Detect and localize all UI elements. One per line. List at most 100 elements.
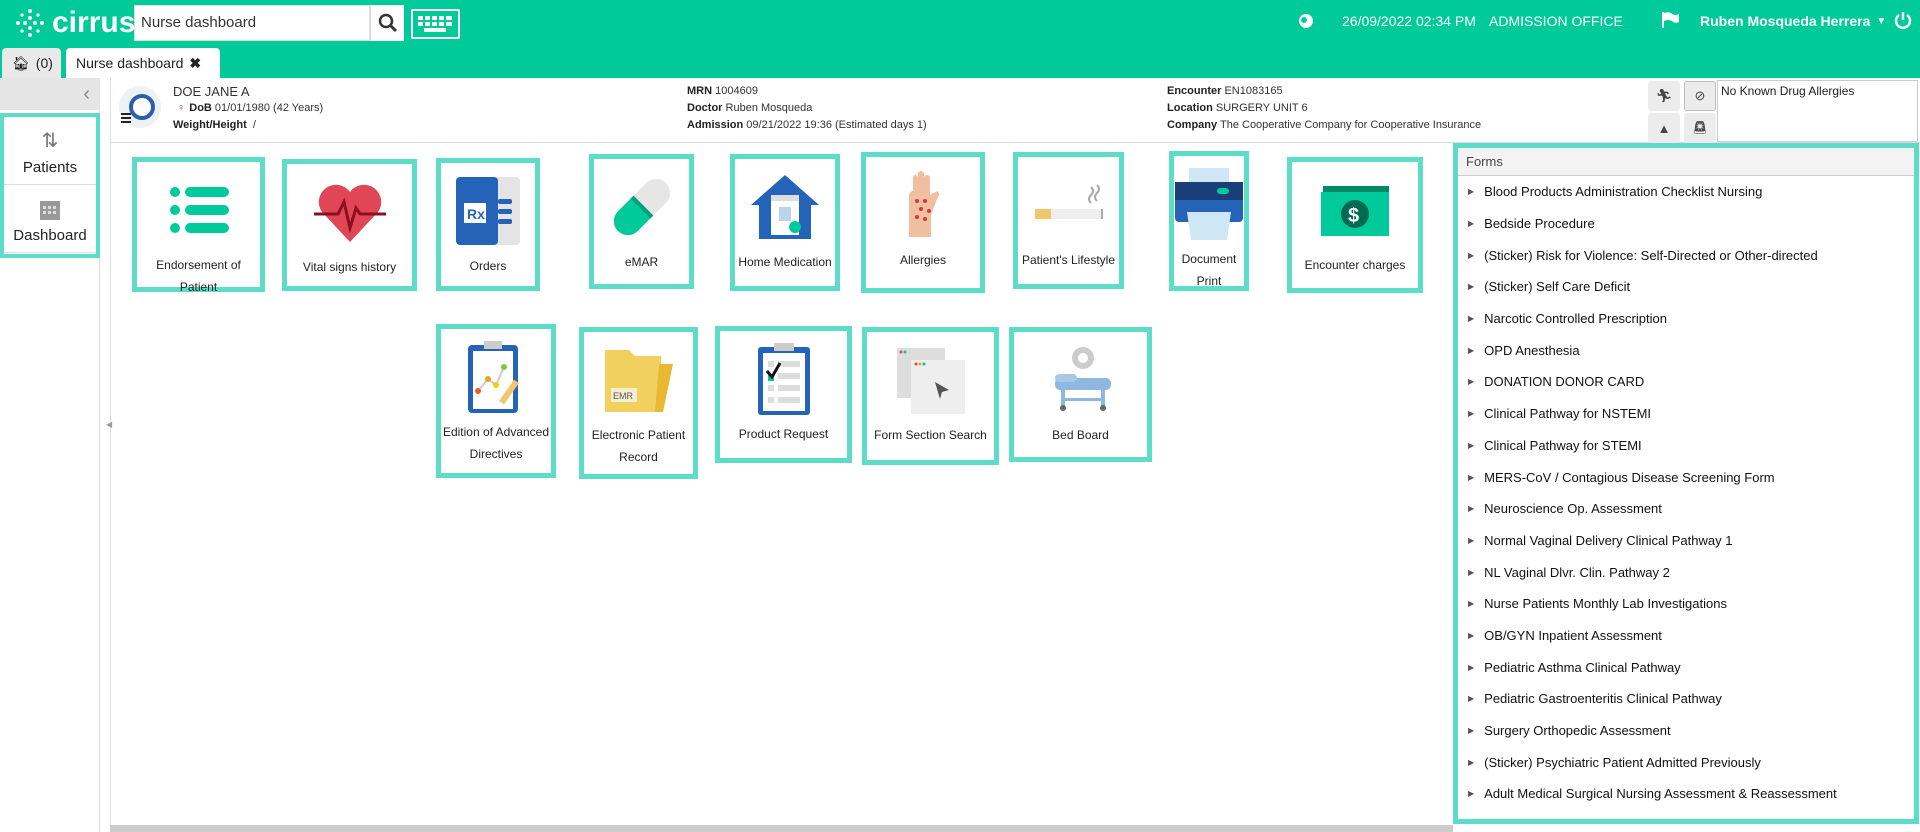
expand-triangle-icon[interactable]: ▶ — [1468, 473, 1474, 482]
collapse-sidebar-button[interactable]: ‹ — [0, 78, 100, 110]
tab-home[interactable]: 🏠︎ (0) — [2, 48, 61, 78]
flag-icon[interactable] — [1660, 11, 1680, 34]
form-item[interactable]: ▶ OPD Anesthesia — [1458, 334, 1914, 366]
splitter-handle[interactable]: ◀ — [106, 420, 112, 429]
expand-triangle-icon[interactable]: ▶ — [1468, 694, 1474, 703]
search-button[interactable] — [370, 5, 404, 41]
form-item[interactable]: ▶ Pediatric Gastroenteritis Clinical Path… — [1458, 683, 1914, 715]
no-allergy-button[interactable]: ⊘ — [1684, 81, 1716, 111]
expand-triangle-icon[interactable]: ▶ — [1468, 282, 1474, 291]
tile-encounter-charges[interactable]: $ Encounter charges — [1287, 157, 1423, 293]
printer-icon — [1175, 168, 1243, 240]
warning-button[interactable]: ▲ — [1648, 113, 1680, 143]
form-item[interactable]: ▶ Neuroscience Op. Assessment — [1458, 493, 1914, 525]
form-item-label: Pediatric Gastroenteritis Clinical Pathw… — [1484, 691, 1722, 707]
tile-advanced-directives[interactable]: Edition of Advanced Directives — [436, 324, 556, 478]
form-item[interactable]: ▶ Nurse Patients Monthly Lab Investigatio… — [1458, 588, 1914, 620]
tile-label: Orders — [469, 259, 507, 273]
form-item[interactable]: ▶ (Sticker) Self Care Deficit — [1458, 271, 1914, 303]
tile-emar[interactable]: eMAR — [589, 154, 694, 289]
tile-product-request[interactable]: Product Request — [715, 326, 852, 463]
expand-triangle-icon[interactable]: ▶ — [1468, 187, 1474, 196]
forms-panel: Forms ▶ Blood Products Administration Che… — [1453, 143, 1919, 824]
close-icon[interactable]: ✖ — [189, 55, 201, 72]
form-item[interactable]: ▶ Bedside Procedure — [1458, 208, 1914, 240]
tile-label: Form Section Search — [874, 428, 987, 442]
money-icon: $ — [1321, 186, 1389, 236]
patient-avatar[interactable] — [118, 85, 162, 134]
form-item[interactable]: ▶ Blood Products Administration Checklist… — [1458, 176, 1914, 208]
form-item-label: Narcotic Controlled Prescription — [1484, 311, 1667, 327]
office-label[interactable]: ADMISSION OFFICE — [1489, 13, 1623, 29]
encounter-label: Encounter — [1167, 85, 1222, 97]
form-item[interactable]: ▶ Clinical Pathway for NSTEMI — [1458, 398, 1914, 430]
fall-risk-button[interactable]: 🏃︎ — [1648, 81, 1680, 111]
form-item[interactable]: ▶ NL Vaginal Dlvr. Clin. Pathway 2 — [1458, 556, 1914, 588]
tile-home-medication[interactable]: Home Medication — [730, 154, 840, 291]
checklist-icon — [757, 343, 810, 415]
prohibited-icon: ⊘ — [1694, 88, 1706, 103]
expand-triangle-icon[interactable]: ▶ — [1468, 314, 1474, 323]
tile-lifestyle[interactable]: Patient's Lifestyle — [1013, 152, 1124, 289]
expand-triangle-icon[interactable]: ▶ — [1468, 346, 1474, 355]
form-item[interactable]: ▶ DONATION DONOR CARD — [1458, 366, 1914, 398]
form-item[interactable]: ▶ Adult Medical Surgical Nursing Assessme… — [1458, 778, 1914, 810]
form-item-label: Blood Products Administration Checklist … — [1484, 184, 1763, 200]
horizontal-scrollbar[interactable] — [110, 825, 1453, 832]
tile-allergies[interactable]: Allergies — [861, 152, 985, 293]
form-item[interactable]: ▶ OB/GYN Inpatient Assessment — [1458, 620, 1914, 652]
form-item[interactable]: ▶ (Sticker) Psychiatric Patient Admitted … — [1458, 746, 1914, 778]
form-item-label: Neuroscience Op. Assessment — [1484, 501, 1662, 517]
tile-label: Document Print — [1181, 252, 1237, 288]
sidebar-item-dashboard[interactable]: Dashboard — [4, 185, 96, 253]
tile-form-section-search[interactable]: Form Section Search — [862, 327, 999, 465]
expand-triangle-icon[interactable]: ▶ — [1468, 504, 1474, 513]
tile-electronic-patient-record[interactable]: EMR Electronic Patient Record — [579, 327, 698, 479]
cirrus-logo[interactable]: cirrus — [14, 6, 135, 40]
chevron-left-icon: ‹ — [83, 82, 90, 105]
search-input[interactable]: Nurse dashboard — [134, 5, 370, 41]
form-item-label: Pediatric Asthma Clinical Pathway — [1484, 659, 1681, 675]
power-icon[interactable] — [1894, 11, 1912, 34]
expand-triangle-icon[interactable]: ▶ — [1468, 726, 1474, 735]
form-item[interactable]: ▶ Clinical Pathway for STEMI — [1458, 430, 1914, 462]
expand-triangle-icon[interactable]: ▶ — [1468, 441, 1474, 450]
expand-triangle-icon[interactable]: ▶ — [1468, 409, 1474, 418]
form-item[interactable]: ▶ (Sticker) Risk for Violence: Self-Direc… — [1458, 239, 1914, 271]
home-medication-icon — [751, 175, 819, 239]
expand-triangle-icon[interactable]: ▶ — [1468, 789, 1474, 798]
alarm-button[interactable]: 🚨︎ — [1684, 113, 1716, 143]
expand-triangle-icon[interactable]: ▶ — [1468, 758, 1474, 767]
tab-nurse-dashboard[interactable]: Nurse dashboard ✖ — [66, 48, 220, 78]
pill-icon — [613, 178, 670, 236]
expand-triangle-icon[interactable]: ▶ — [1468, 536, 1474, 545]
search-icon — [378, 13, 397, 33]
tile-endorsement[interactable]: Endorsement of Patient — [132, 157, 265, 294]
expand-triangle-icon[interactable]: ▶ — [1468, 599, 1474, 608]
expand-triangle-icon[interactable]: ▶ — [1468, 631, 1474, 640]
form-item[interactable]: ▶ Surgery Orthopedic Assessment — [1458, 715, 1914, 747]
sidebar-item-patients[interactable]: ⇅ Patients — [4, 117, 96, 185]
clipboard-chart-icon — [468, 341, 519, 413]
tile-orders[interactable]: Rx Orders — [436, 158, 540, 291]
form-item-label: MERS-CoV / Contagious Disease Screening … — [1484, 469, 1775, 485]
tile-vital-signs[interactable]: Vital signs history — [282, 159, 417, 291]
form-item[interactable]: ▶ Normal Vaginal Delivery Clinical Pathwa… — [1458, 525, 1914, 557]
expand-triangle-icon[interactable]: ▶ — [1468, 568, 1474, 577]
tile-document-print[interactable]: Document Print — [1169, 151, 1249, 291]
expand-triangle-icon[interactable]: ▶ — [1468, 251, 1474, 260]
user-menu[interactable]: Ruben Mosqueda Herrera ▼ — [1700, 13, 1886, 29]
hand-rash-icon — [909, 171, 939, 237]
sidebar-item-label: Dashboard — [13, 227, 87, 244]
form-item[interactable]: ▶ Pediatric Asthma Clinical Pathway — [1458, 651, 1914, 683]
keyboard-button[interactable] — [411, 9, 460, 39]
expand-triangle-icon[interactable]: ▶ — [1468, 377, 1474, 386]
globe-icon[interactable] — [1297, 12, 1315, 35]
tile-bed-board[interactable]: Bed Board — [1009, 327, 1152, 462]
siren-icon: 🚨︎ — [1691, 120, 1709, 135]
expand-triangle-icon[interactable]: ▶ — [1468, 219, 1474, 228]
expand-triangle-icon[interactable]: ▶ — [1468, 663, 1474, 672]
form-item[interactable]: ▶ MERS-CoV / Contagious Disease Screening… — [1458, 461, 1914, 493]
tab-label: Nurse dashboard — [76, 55, 184, 71]
form-item[interactable]: ▶ Narcotic Controlled Prescription — [1458, 303, 1914, 335]
